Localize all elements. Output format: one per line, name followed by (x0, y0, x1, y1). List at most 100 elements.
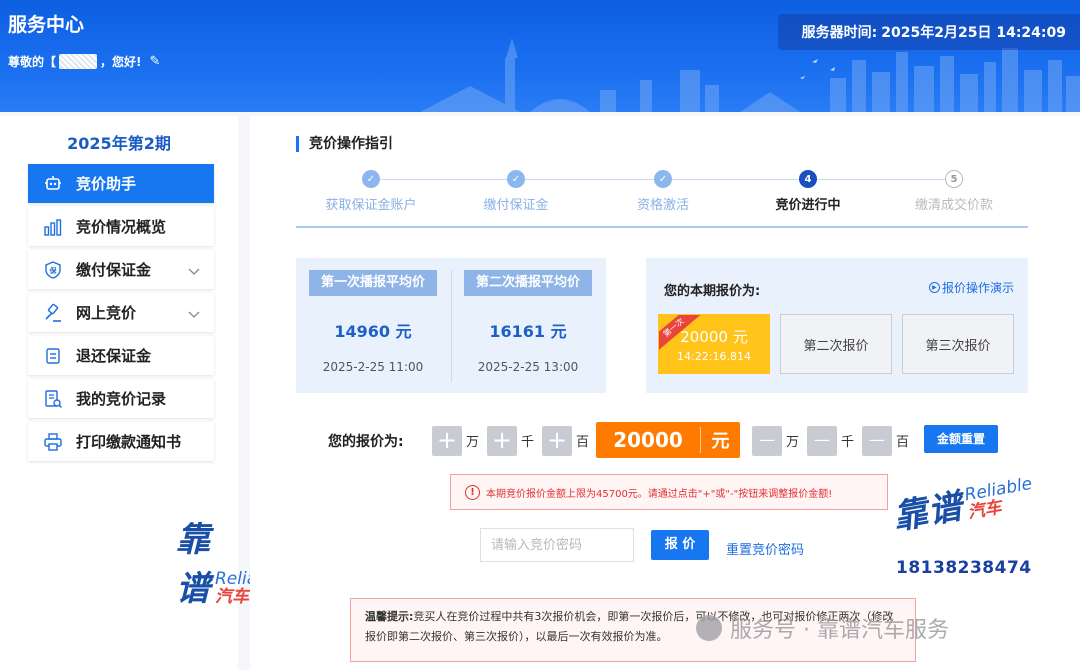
avg-time: 2025-2-25 13:00 (477, 360, 579, 374)
sidebar-item-label: 退还保证金 (76, 347, 152, 365)
greeting-prefix: 尊敬的【 (8, 55, 57, 69)
section-title: 竞价操作指引 (296, 136, 393, 152)
sidebar-item-label: 打印缴款通知书 (76, 433, 182, 451)
plus-qian-button[interactable]: + (487, 426, 517, 456)
check-icon: ✓ (654, 170, 672, 188)
step-4: 4 竞价进行中 (733, 170, 883, 213)
period-title: 2025年第2期 (67, 134, 171, 153)
step-number: 4 (799, 170, 817, 188)
bid-password-input[interactable] (480, 528, 634, 562)
progress-steps: ✓ 获取保证金账户 ✓ 缴付保证金 ✓ 资格激活 4 竞价进行中 5 缴清成交价… (296, 170, 1028, 230)
avg-label: 第一次播报平均价 (308, 270, 437, 296)
reset-amount-button[interactable]: 金额重置 (924, 425, 998, 453)
bid-slot-third: 第三次报价 (902, 314, 1014, 374)
sidebar-item-online-bid[interactable]: 网上竞价 (28, 293, 214, 332)
avg-label: 第二次播报平均价 (463, 270, 592, 296)
demo-link-label: 报价操作演示 (941, 281, 1014, 295)
demo-link[interactable]: ▶ 报价操作演示 (928, 279, 1014, 296)
unit-qian: 千 (521, 435, 535, 450)
minus-qian-button[interactable]: — (807, 426, 837, 456)
sidebar-item-label: 我的竞价记录 (76, 390, 167, 408)
phone-number: 18138238474 (896, 558, 1032, 578)
greeting-suffix: ，您好! (100, 55, 142, 69)
service-account-watermark: 服务号 · 靠谱汽车服务 (696, 612, 949, 644)
average-price-panel: 第一次播报平均价 14960 元 2025-2-25 11:00 第二次播报平均… (296, 258, 606, 393)
my-bids-panel: 您的本期报价为: ▶ 报价操作演示 第一次 20000 元 14:22:16.8… (646, 258, 1028, 393)
sidebar-item-pay-deposit[interactable]: 保 缴付保证金 (28, 250, 214, 289)
user-greeting: 尊敬的【 ，您好! ✎ (8, 53, 160, 70)
average-price-first: 第一次播报平均价 14960 元 2025-2-25 11:00 (298, 270, 448, 374)
bid-slot-second: 第二次报价 (780, 314, 892, 374)
refund-icon (42, 345, 64, 367)
sidebar-item-overview[interactable]: 竞价情况概览 (28, 207, 214, 246)
sidebar-menu: 竞价助手 竞价情况概览 保 缴付保证金 网上竞价 退还保证金 我的竞价记录 打印… (28, 164, 214, 465)
minus-wan-button[interactable]: — (752, 426, 782, 456)
svg-text:保: 保 (49, 266, 58, 275)
bid-input-label: 您的报价为: (328, 434, 404, 450)
play-icon: ▶ (928, 282, 940, 293)
bid-slot-first: 第一次 20000 元 14:22:16.814 (658, 314, 770, 374)
printer-icon (42, 431, 64, 453)
unit-qian: 千 (841, 435, 855, 450)
step-5: 5 缴清成交价款 (879, 170, 1029, 213)
gavel-icon (42, 302, 64, 324)
sidebar: 2025年第2期 竞价助手 竞价情况概览 保 缴付保证金 网上竞价 退还保证金 … (0, 116, 283, 670)
unit-wan: 万 (786, 435, 800, 450)
header-banner: 服务中心 尊敬的【 ，您好! ✎ 服务器时间: 2025年2月25日 14:24… (0, 0, 1080, 112)
warning-text: 本期竞价报价金额上限为45700元。请通过点击"+"或"-"按钮来调整报价金额! (486, 488, 833, 500)
sidebar-item-print-notice[interactable]: 打印缴款通知书 (28, 422, 214, 461)
edit-icon[interactable]: ✎ (150, 54, 161, 69)
check-icon: ✓ (362, 170, 380, 188)
reset-password-link[interactable]: 重置竞价密码 (726, 539, 804, 558)
main-content: 竞价操作指引 ✓ 获取保证金账户 ✓ 缴付保证金 ✓ 资格激活 4 竞价进行中 … (250, 116, 1080, 670)
service-text: 服务号 · 靠谱汽车服务 (730, 618, 949, 643)
server-time-value: 2025年2月25日 14:24:09 (881, 25, 1066, 41)
sidebar-item-label: 缴付保证金 (76, 261, 152, 279)
shield-icon: 保 (42, 259, 64, 281)
plus-bai-button[interactable]: + (542, 426, 572, 456)
first-bid-time: 14:22:16.814 (677, 349, 751, 363)
unit-bai: 百 (896, 435, 910, 450)
server-time-label: 服务器时间: (801, 25, 878, 41)
tip-label: 温馨提示: (365, 610, 414, 623)
bid-amount-display: 20000 元 (596, 422, 740, 458)
step-label: 缴清成交价款 (914, 198, 993, 213)
unit-bai: 百 (576, 435, 590, 450)
step-1: ✓ 获取保证金账户 (296, 170, 446, 213)
record-icon (42, 388, 64, 410)
currency-label: 元 (711, 431, 730, 452)
brand-cn: 靠谱 (176, 520, 211, 609)
check-icon: ✓ (507, 170, 525, 188)
masked-username (59, 54, 98, 69)
submit-bid-button[interactable]: 报 价 (651, 530, 709, 560)
step-2: ✓ 缴付保证金 (441, 170, 591, 213)
sidebar-item-label: 竞价情况概览 (76, 218, 167, 236)
plus-wan-button[interactable]: + (432, 426, 462, 456)
chevron-down-icon (188, 305, 200, 323)
sidebar-item-label: 竞价助手 (76, 175, 137, 193)
bid-amount-value: 20000 (613, 428, 683, 452)
warning-icon: ! (465, 484, 480, 500)
unit-wan: 万 (466, 435, 480, 450)
sidebar-item-bid-assistant[interactable]: 竞价助手 (28, 164, 214, 203)
page-title: 服务中心 (8, 14, 85, 36)
sidebar-item-refund-deposit[interactable]: 退还保证金 (28, 336, 214, 375)
avg-price: 14960 元 (334, 322, 412, 341)
chevron-down-icon (188, 262, 200, 280)
chat-bubble-icon (696, 615, 722, 641)
step-label: 缴付保证金 (483, 198, 549, 213)
minus-bai-button[interactable]: — (862, 426, 892, 456)
avg-price: 16161 元 (489, 322, 567, 341)
avg-time: 2025-2-25 11:00 (322, 360, 424, 374)
average-price-second: 第二次播报平均价 16161 元 2025-2-25 13:00 (453, 270, 603, 374)
sidebar-item-bid-records[interactable]: 我的竞价记录 (28, 379, 214, 418)
my-bids-label: 您的本期报价为: (664, 284, 761, 299)
step-label: 资格激活 (636, 198, 689, 213)
bar-chart-icon (42, 216, 64, 238)
bid-limit-warning: ! 本期竞价报价金额上限为45700元。请通过点击"+"或"-"按钮来调整报价金… (450, 474, 888, 510)
step-3: ✓ 资格激活 (588, 170, 738, 213)
first-bid-amount: 20000 元 (680, 327, 748, 346)
server-time: 服务器时间: 2025年2月25日 14:24:09 (777, 14, 1080, 50)
step-number: 5 (945, 170, 963, 188)
step-label: 获取保证金账户 (325, 198, 417, 213)
